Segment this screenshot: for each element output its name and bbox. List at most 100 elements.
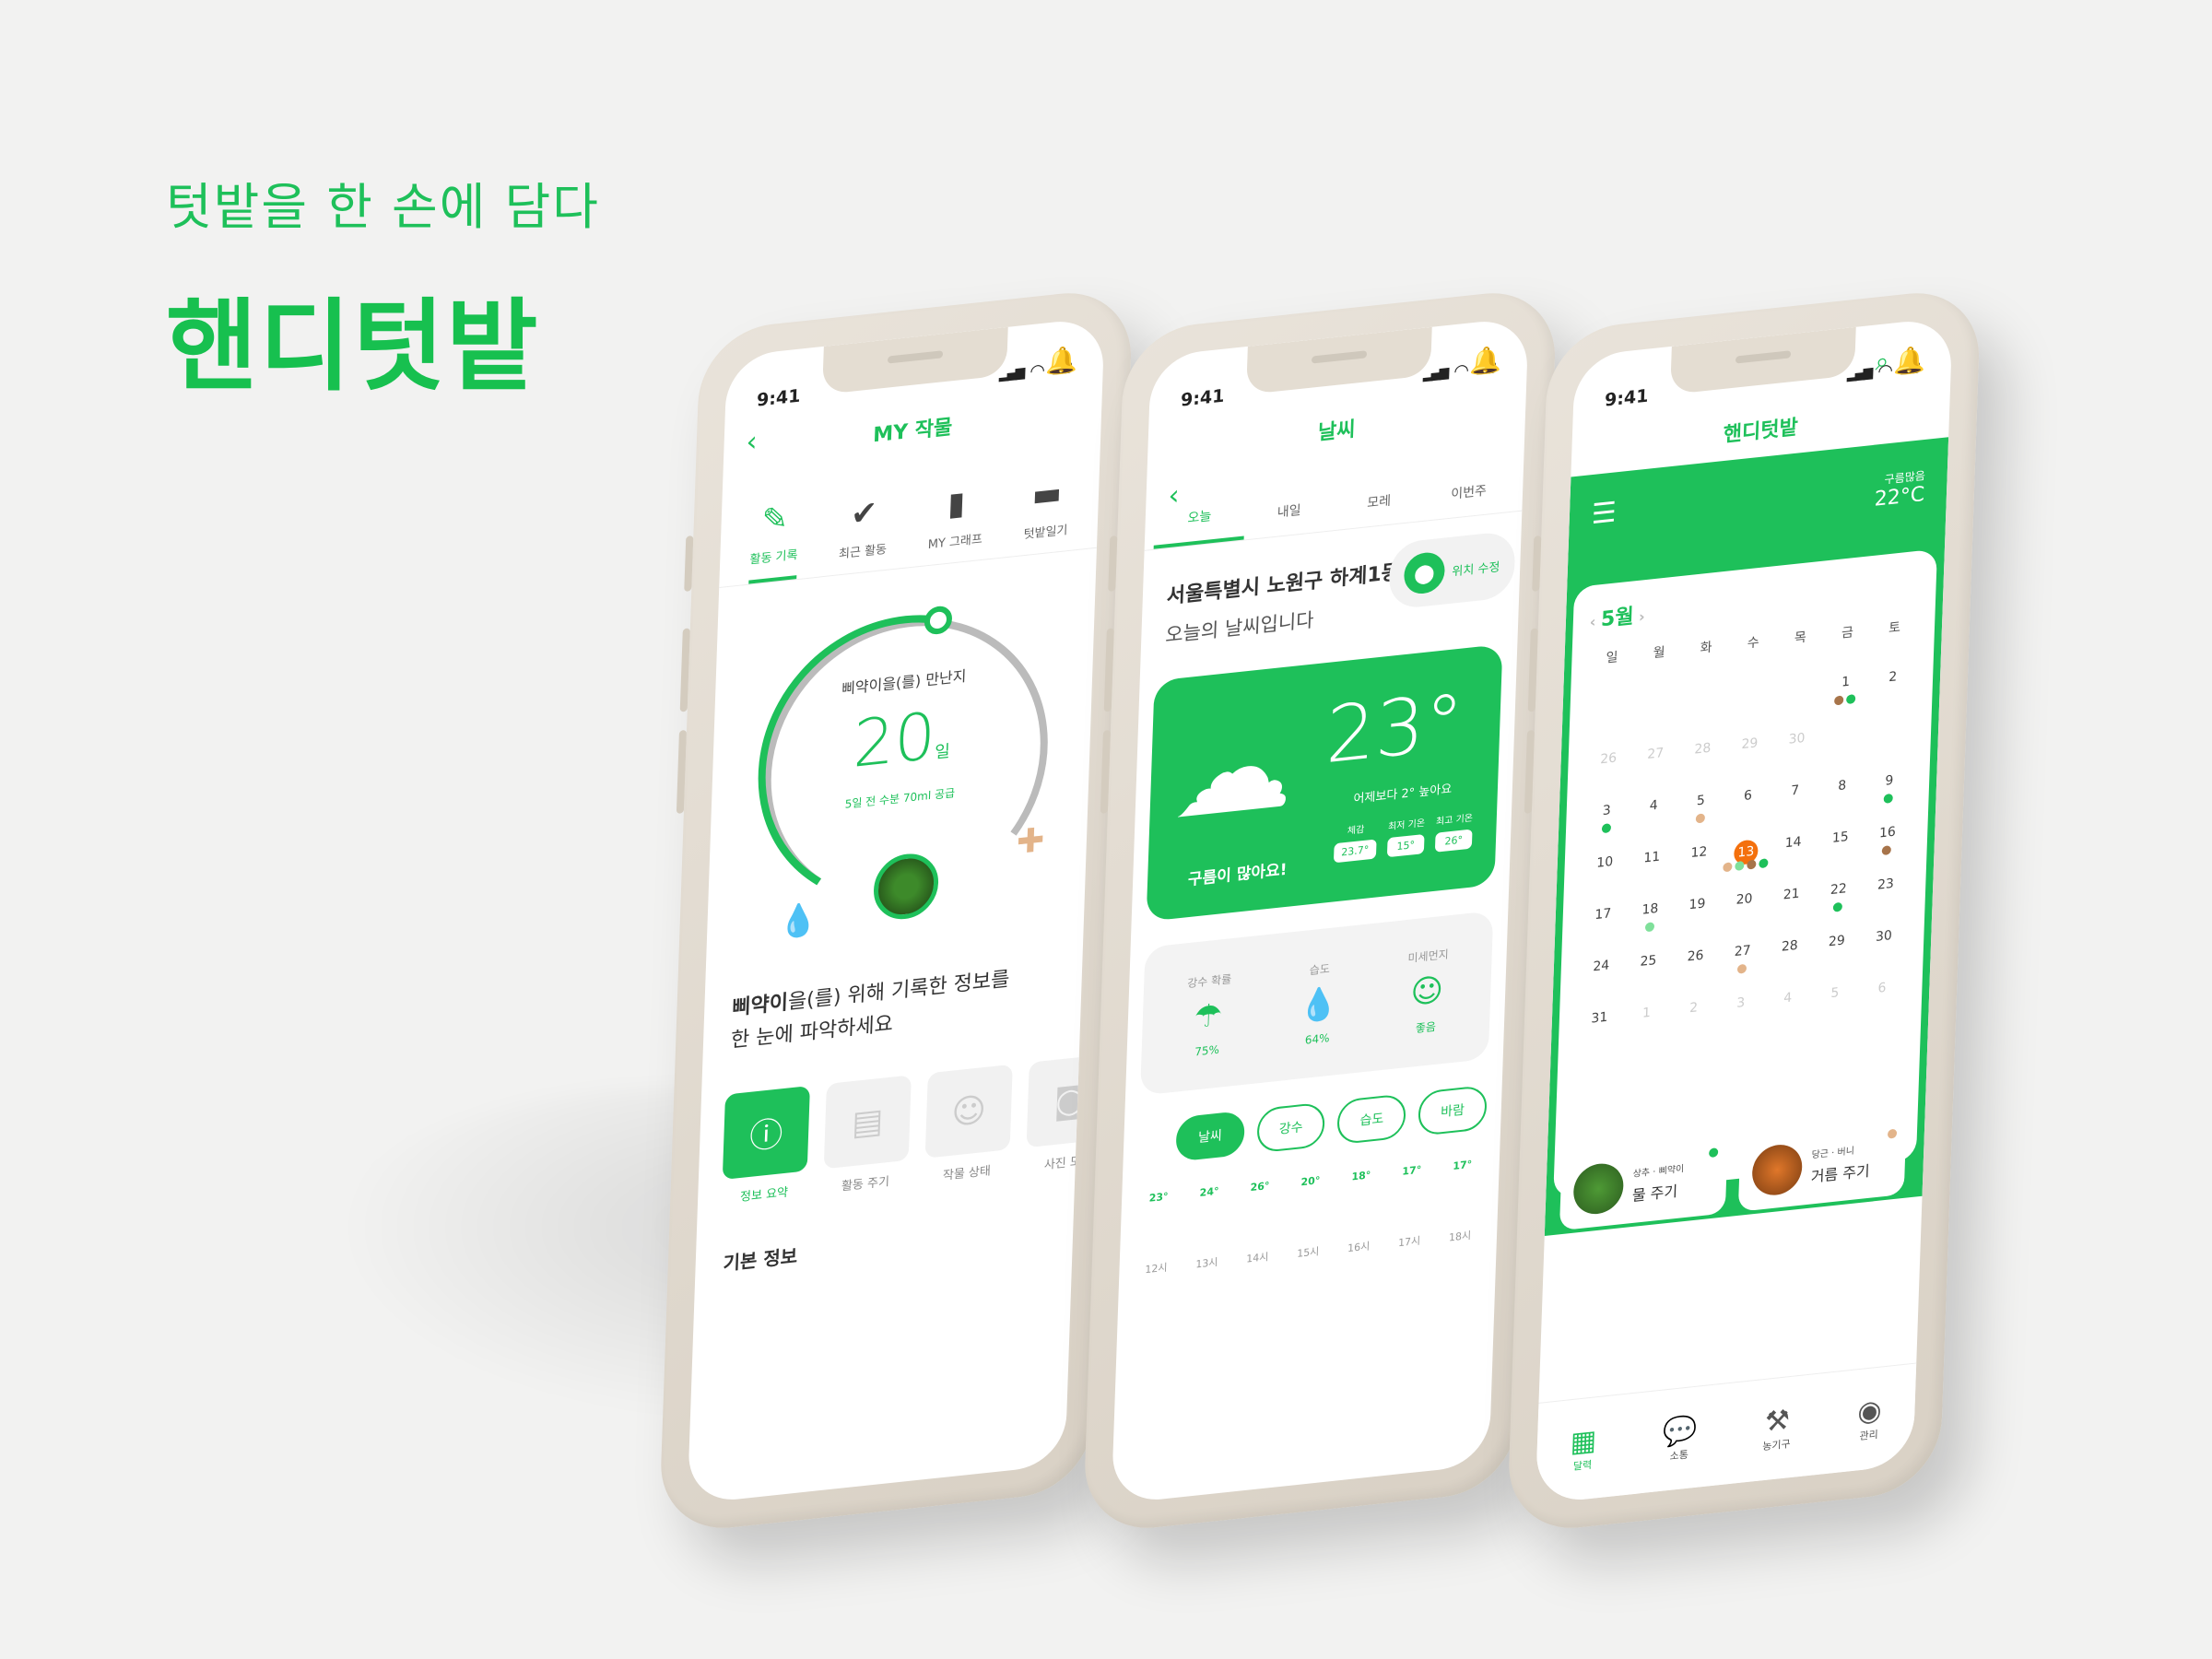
calendar-day[interactable]: 21 <box>1768 885 1816 908</box>
plus-icon[interactable]: ✚ <box>1016 821 1045 862</box>
tab-recent-activity[interactable]: ✔ 최근 활동 <box>838 493 888 575</box>
calendar-day[interactable]: 4 <box>1764 988 1812 1011</box>
back-icon[interactable]: ‹ <box>1168 479 1180 512</box>
chip-rain[interactable]: 강수 <box>1255 1101 1326 1154</box>
calendar-day[interactable]: 28 <box>1766 936 1814 959</box>
calendar-day[interactable]: 30 <box>1860 926 1908 949</box>
stat-value: 75% <box>1194 1042 1220 1058</box>
back-icon[interactable]: ‹ <box>746 425 758 458</box>
calendar-day[interactable]: 26 <box>1584 749 1632 772</box>
brand-title: 핸디텃밭 <box>166 289 540 405</box>
calendar-day[interactable]: 13 <box>1723 838 1771 873</box>
smile-icon: ☺ <box>1409 971 1444 1012</box>
hour-label: 13시 <box>1195 1255 1218 1271</box>
todo-card[interactable]: 당근 · 버니 거름 주기 <box>1737 1118 1907 1212</box>
growth-gauge: 삐약이을(를) 만난지 20일 5일 전 수분 70ml 공급 💧 ✚ <box>706 548 1097 959</box>
calendar-day[interactable]: 5 <box>1677 791 1724 824</box>
page-title: MY 작물 <box>872 416 953 448</box>
calendar-day[interactable]: 1 <box>1822 672 1870 706</box>
calendar-day[interactable]: 18 <box>1626 900 1674 933</box>
chip-wind[interactable]: 바람 <box>1418 1084 1488 1136</box>
page-title: 날씨 <box>1317 418 1356 445</box>
calendar-icon: ▤ <box>823 1075 912 1170</box>
tile-summary[interactable]: ⓘ 정보 요약 <box>722 1086 810 1206</box>
calendar-day[interactable]: 1 <box>1622 1003 1670 1026</box>
crop-nickname: 버니 <box>1837 1145 1855 1158</box>
next-month-icon[interactable]: › <box>1633 607 1645 626</box>
calendar-day[interactable]: 16 <box>1864 823 1912 856</box>
menu-icon[interactable]: ☰ <box>1591 496 1617 531</box>
calendar-day[interactable]: 2 <box>1670 998 1718 1021</box>
calendar-day[interactable]: 22 <box>1815 879 1863 912</box>
calendar-day[interactable]: 5 <box>1811 983 1859 1006</box>
nav-manage[interactable]: ◉ 관리 <box>1856 1394 1882 1443</box>
nav-tools[interactable]: ⚒ 농기구 <box>1762 1404 1792 1453</box>
chip-weather[interactable]: 날씨 <box>1175 1110 1245 1162</box>
chat-icon: 💬 <box>1662 1413 1698 1450</box>
calendar-day[interactable]: 19 <box>1674 895 1722 918</box>
calendar-day[interactable]: 27 <box>1719 941 1767 974</box>
calendar-day[interactable]: 2 <box>1869 667 1917 690</box>
tile-photos[interactable]: ◙ 사진 모음 <box>1026 1053 1105 1174</box>
calendar-day[interactable]: 29 <box>1725 734 1773 757</box>
chip-humidity[interactable]: 습도 <box>1336 1093 1407 1146</box>
weekday-label: 금 <box>1841 625 1854 641</box>
calendar-day[interactable]: 6 <box>1724 786 1772 809</box>
wifi-icon: ◠ <box>1030 359 1045 382</box>
stat-rain: 강수 확률 ☂ 75% <box>1184 971 1231 1059</box>
hour-item: 20° 15시 <box>1297 1174 1322 1261</box>
calendar-day[interactable]: 10 <box>1581 853 1629 876</box>
current-temp: 23° <box>1324 676 1465 782</box>
weekday-label: 목 <box>1794 629 1807 647</box>
calendar-empty-cell <box>1867 719 1915 742</box>
calendar-day[interactable]: 6 <box>1858 978 1906 1001</box>
calendar-day[interactable]: 28 <box>1678 739 1726 762</box>
tab-activity-log[interactable]: ✎ 활동 기록 <box>748 498 800 584</box>
calendar-day[interactable]: 24 <box>1577 957 1625 980</box>
calendar-day[interactable]: 27 <box>1631 744 1679 767</box>
crop-name: 삐약이 <box>731 991 789 1020</box>
calendar-grid: 일 월 화 수 목 금 토 1 2 26 27 28 29 30 3 4 5 6 7 8 9 10 11 12 1… <box>1575 616 1918 1032</box>
calendar-day[interactable]: 4 <box>1630 796 1677 819</box>
search-icon[interactable]: ⌕ <box>1875 347 1889 378</box>
hour-temp: 23° <box>1148 1190 1169 1205</box>
calendar-day[interactable]: 31 <box>1575 1008 1623 1031</box>
calendar-day[interactable]: 12 <box>1675 842 1723 865</box>
event-dots <box>1695 813 1705 824</box>
calendar-day[interactable]: 14 <box>1770 833 1818 856</box>
edit-location-button[interactable]: ⬤ 위치 수정 <box>1388 530 1516 610</box>
calendar-day[interactable]: 29 <box>1813 932 1861 955</box>
calendar-day[interactable]: 26 <box>1672 947 1720 970</box>
bell-icon[interactable]: 🔔 <box>1045 344 1078 378</box>
hour-item: 17° 18시 <box>1449 1159 1474 1245</box>
calendar-day[interactable]: 23 <box>1862 875 1910 898</box>
bell-icon[interactable]: 🔔 <box>1893 344 1926 378</box>
event-dot <box>1882 845 1892 856</box>
calendar-day[interactable]: 7 <box>1771 781 1819 804</box>
tab-label: 활동 기록 <box>749 547 798 568</box>
todo-card[interactable]: 상추 · 삐약이 물 주기 <box>1559 1136 1728 1231</box>
calendar-day[interactable]: 17 <box>1579 904 1627 927</box>
calendar-day[interactable]: 25 <box>1624 951 1672 974</box>
tile-cycle[interactable]: ▤ 활동 주기 <box>823 1075 912 1196</box>
tab-diary[interactable]: ▬ 텃밭일기 <box>1023 474 1070 555</box>
calendar-empty-cell <box>1775 677 1823 700</box>
nav-community[interactable]: 💬 소통 <box>1662 1414 1698 1465</box>
bell-icon[interactable]: 🔔 <box>1469 344 1502 378</box>
calendar-day[interactable]: 9 <box>1865 771 1913 804</box>
calendar-day[interactable]: 11 <box>1628 848 1676 871</box>
calendar-day[interactable]: 3 <box>1717 994 1765 1017</box>
calendar-day[interactable]: 3 <box>1583 801 1630 834</box>
nav-calendar[interactable]: ▦ 달력 <box>1570 1424 1597 1474</box>
wifi-icon: ◠ <box>1453 359 1469 382</box>
calendar-day[interactable]: 20 <box>1721 889 1769 912</box>
calendar-day[interactable]: 8 <box>1818 776 1866 799</box>
crop-type: 상추 <box>1632 1167 1651 1180</box>
tab-my-graph[interactable]: ▮ MY 그래프 <box>927 483 984 566</box>
tile-status[interactable]: ☺ 작물 상태 <box>924 1065 1013 1185</box>
prev-month-icon[interactable]: ‹ <box>1589 612 1601 631</box>
calendar-day[interactable]: 30 <box>1773 729 1821 752</box>
calendar-day[interactable]: 15 <box>1817 828 1865 851</box>
calendar-empty-cell <box>1727 682 1775 705</box>
drop-icon: 💧 <box>1298 983 1339 1026</box>
